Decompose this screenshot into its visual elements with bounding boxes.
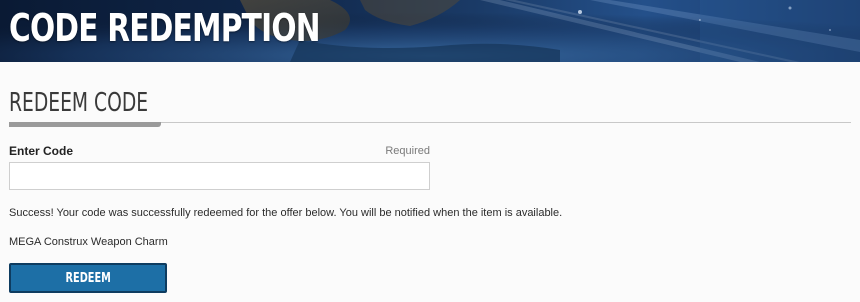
page-title: CODE REDEMPTION — [9, 6, 321, 50]
required-indicator: Required — [385, 145, 430, 157]
success-message: Success! Your code was successfully rede… — [9, 207, 563, 219]
offer-name: MEGA Construx Weapon Charm — [9, 236, 168, 248]
code-field-label: Enter Code — [9, 144, 74, 158]
redeem-button-label: REDEEM — [65, 270, 111, 286]
section-divider-accent — [9, 122, 161, 127]
section-title: REDEEM CODE — [9, 88, 149, 118]
hero-banner: CODE REDEMPTION — [0, 0, 860, 62]
code-input[interactable] — [9, 162, 430, 190]
redeem-button[interactable]: REDEEM — [9, 263, 167, 293]
